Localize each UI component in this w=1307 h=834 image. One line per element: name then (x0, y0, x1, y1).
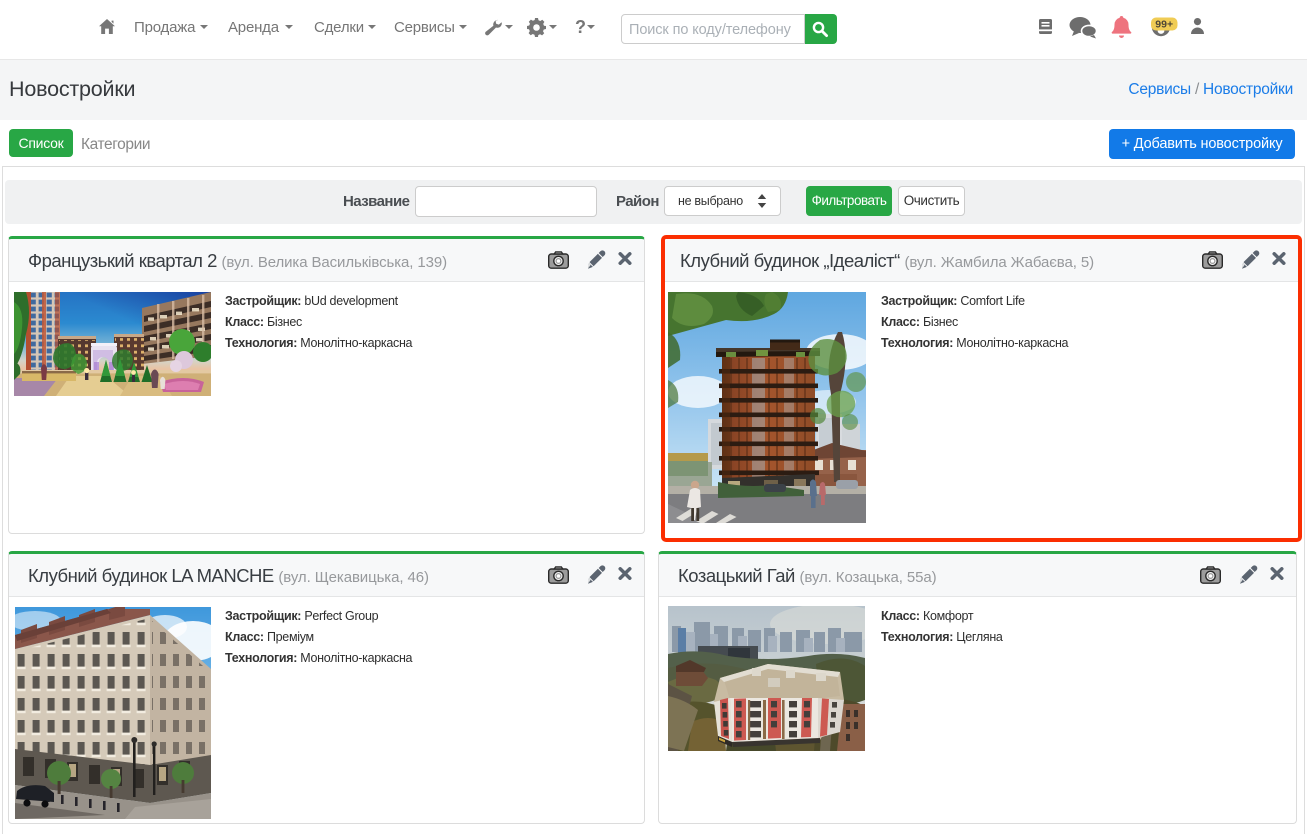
svg-text:99+: 99+ (1155, 19, 1173, 31)
